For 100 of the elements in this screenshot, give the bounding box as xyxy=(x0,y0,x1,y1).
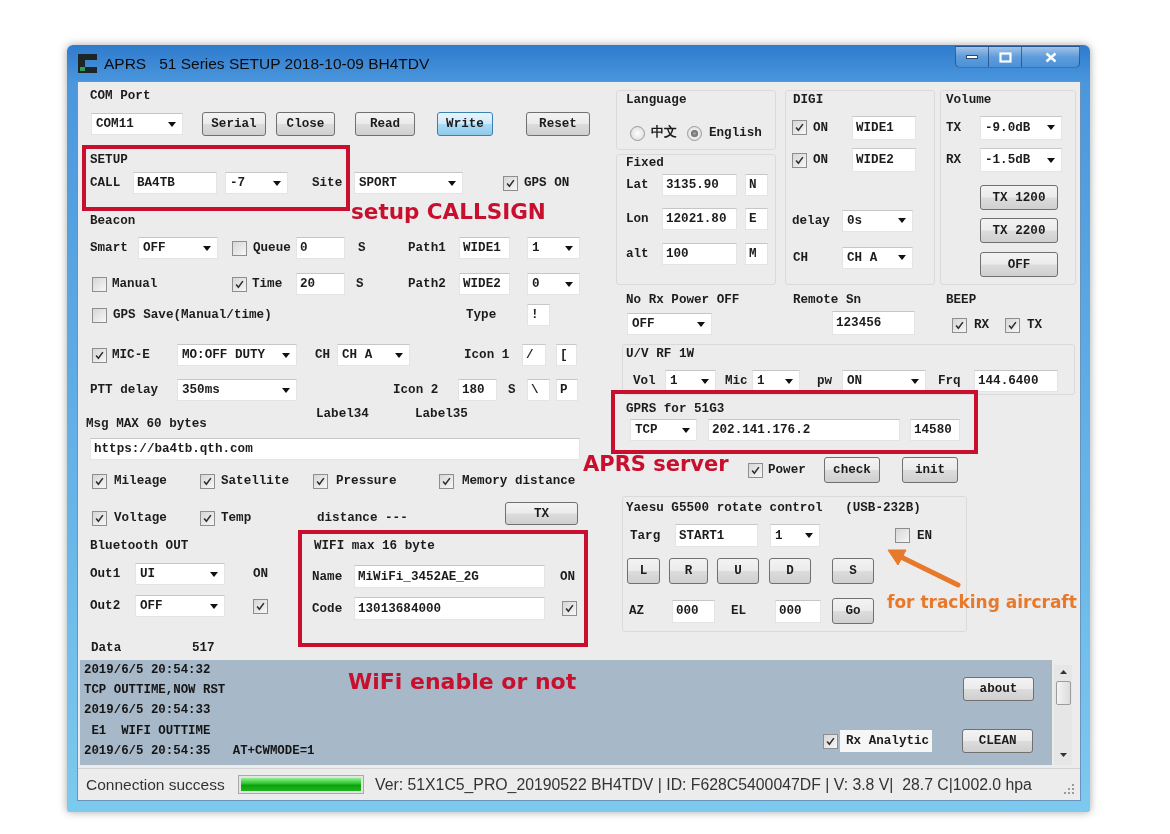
checkbox[interactable] xyxy=(792,152,807,168)
power-off-dropdown[interactable]: OFF xyxy=(627,313,712,335)
checkbox[interactable] xyxy=(232,240,247,256)
output-dropdown[interactable]: UI xyxy=(135,563,225,585)
interval-field[interactable]: 20 xyxy=(296,273,345,295)
scrollbar[interactable] xyxy=(1054,665,1072,765)
checkbox[interactable] xyxy=(200,473,215,489)
checkbox[interactable] xyxy=(92,276,107,292)
checkbox[interactable] xyxy=(200,511,215,526)
callsign-field[interactable]: BA4TB xyxy=(133,172,217,194)
volume-dropdown[interactable]: -1.5dB xyxy=(980,148,1062,172)
site-dropdown[interactable]: SPORT xyxy=(354,172,463,194)
checkbox[interactable] xyxy=(952,317,967,333)
checkbox[interactable] xyxy=(92,473,107,489)
channel-dropdown[interactable]: CH A xyxy=(842,246,913,269)
symbol-field[interactable]: P xyxy=(556,379,578,401)
message-field[interactable]: https://ba4tb.qth.com xyxy=(90,438,580,460)
interval-field[interactable]: 180 xyxy=(458,379,497,401)
volume-dropdown[interactable]: 1 xyxy=(665,370,716,392)
reset-button[interactable]: Reset xyxy=(526,112,590,136)
checkbox-label: RX xyxy=(974,317,990,333)
port-field[interactable]: 14580 xyxy=(910,419,960,441)
write-button[interactable]: Write xyxy=(437,112,493,136)
wifi-name-field[interactable]: MiWiFi_3452AE_2G xyxy=(354,565,545,588)
checkbox[interactable] xyxy=(232,276,247,292)
hops-dropdown[interactable]: 1 xyxy=(527,237,580,259)
minimize-button[interactable] xyxy=(955,46,989,68)
path-field[interactable]: WIDE2 xyxy=(852,148,916,172)
radio-button[interactable] xyxy=(687,125,702,141)
target-dropdown[interactable]: 1 xyxy=(770,524,820,547)
checkbox[interactable] xyxy=(439,473,454,489)
hops-dropdown[interactable]: 0 xyxy=(527,273,580,295)
mic-e-dropdown[interactable]: MO:OFF DUTY xyxy=(177,344,297,366)
rotate-control-button[interactable]: D xyxy=(769,558,811,584)
unit-field[interactable]: M xyxy=(745,243,768,265)
ssid-dropdown[interactable]: -7 xyxy=(225,172,288,194)
off-button[interactable]: OFF xyxy=(980,252,1058,277)
elevation-field[interactable]: 000 xyxy=(775,599,821,623)
caret-down-icon xyxy=(898,218,906,223)
volume-dropdown[interactable]: -9.0dB xyxy=(980,115,1062,140)
queue-field[interactable]: 0 xyxy=(296,237,345,259)
about-button[interactable]: about xyxy=(963,677,1034,701)
rotate-control-button[interactable]: R xyxy=(669,558,708,584)
checkbox[interactable] xyxy=(562,601,577,616)
coordinate-field[interactable]: 3135.90 xyxy=(662,174,737,196)
target-field[interactable]: START1 xyxy=(675,524,758,547)
tx-1200-button[interactable]: TX 1200 xyxy=(980,185,1058,210)
scrollbar-thumb[interactable] xyxy=(1055,681,1071,705)
checkbox[interactable] xyxy=(253,598,268,614)
unit-field[interactable]: N xyxy=(745,174,768,196)
symbol-field[interactable]: [ xyxy=(556,344,577,366)
smart-beacon-dropdown[interactable]: OFF xyxy=(138,237,218,259)
path-field[interactable]: WIDE1 xyxy=(852,115,916,140)
go-button[interactable]: Go xyxy=(832,598,874,624)
checkbox[interactable] xyxy=(895,528,910,543)
serial-number-field[interactable]: 123456 xyxy=(832,311,915,335)
coordinate-field[interactable]: 100 xyxy=(662,243,737,265)
serial-button[interactable]: Serial xyxy=(202,112,266,136)
ptt-delay-dropdown[interactable]: 350ms xyxy=(177,379,297,401)
checkbox[interactable] xyxy=(92,347,107,363)
symbol-field[interactable]: \ xyxy=(527,379,550,401)
checkbox[interactable] xyxy=(92,307,107,323)
field-label: Lat xyxy=(626,177,649,193)
protocol-dropdown[interactable]: TCP xyxy=(630,419,697,441)
power-dropdown[interactable]: ON xyxy=(842,370,926,392)
checkbox[interactable] xyxy=(92,511,107,526)
azimuth-field[interactable]: 000 xyxy=(672,599,715,623)
server-address-field[interactable]: 202.141.176.2 xyxy=(708,419,900,441)
clean-button[interactable]: CLEAN xyxy=(962,729,1034,753)
radio-button[interactable] xyxy=(630,125,645,141)
rotate-control-button[interactable]: U xyxy=(717,558,759,584)
init-button[interactable]: init xyxy=(902,457,958,483)
unit-field[interactable]: E xyxy=(745,208,768,230)
rotate-control-button[interactable]: S xyxy=(832,558,874,584)
checkbox[interactable] xyxy=(823,733,838,749)
checkbox[interactable] xyxy=(503,175,518,191)
mic-dropdown[interactable]: 1 xyxy=(752,370,800,392)
output-dropdown[interactable]: OFF xyxy=(135,595,225,617)
path-field[interactable]: WIDE1 xyxy=(459,237,510,259)
symbol-field[interactable]: / xyxy=(522,344,546,366)
tx-2200-button[interactable]: TX 2200 xyxy=(980,218,1058,243)
close-button[interactable] xyxy=(1022,46,1080,68)
path-field[interactable]: WIDE2 xyxy=(459,273,510,295)
wifi-password-field[interactable]: 13013684000 xyxy=(354,597,545,620)
frequency-field[interactable]: 144.6400 xyxy=(974,370,1058,392)
checkbox[interactable] xyxy=(313,473,328,489)
close-button[interactable]: Close xyxy=(276,112,335,136)
check-button[interactable]: check xyxy=(824,457,880,483)
rotate-control-button[interactable]: L xyxy=(627,558,660,584)
channel-dropdown[interactable]: CH A xyxy=(337,344,410,366)
coordinate-field[interactable]: 12021.80 xyxy=(662,208,737,230)
maximize-button[interactable] xyxy=(989,46,1022,68)
port-dropdown[interactable]: COM11 xyxy=(91,113,183,135)
checkbox[interactable] xyxy=(748,462,763,478)
delay-dropdown[interactable]: 0s xyxy=(842,209,913,232)
checkbox[interactable] xyxy=(792,120,807,135)
symbol-field[interactable]: ! xyxy=(527,304,550,326)
checkbox[interactable] xyxy=(1005,317,1020,333)
read-button[interactable]: Read xyxy=(355,112,415,136)
tx-button[interactable]: TX xyxy=(505,502,578,525)
